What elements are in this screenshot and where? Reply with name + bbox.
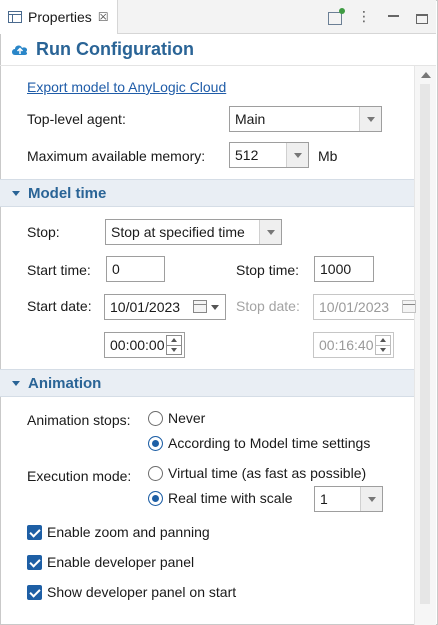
radio-virtual-time[interactable]: [148, 466, 163, 481]
radio-model-time[interactable]: [148, 436, 163, 451]
minimize-icon[interactable]: [386, 8, 402, 24]
close-tab-icon[interactable]: ☒: [98, 10, 109, 24]
calendar-icon[interactable]: [193, 300, 207, 313]
start-date-value: 10/01/2023: [110, 299, 181, 315]
stop-date-picker: 10/01/2023: [313, 294, 416, 320]
top-level-agent-label: Top-level agent:: [27, 111, 126, 127]
start-clock-spinner[interactable]: 00:00:00: [104, 332, 185, 358]
stop-mode-select[interactable]: Stop at specified time: [105, 219, 282, 245]
max-memory-value: 512: [235, 147, 259, 163]
tab-properties-label: Properties: [28, 9, 92, 25]
view-toolbar: ⋮: [328, 7, 428, 25]
animation-stops-label: Animation stops:: [27, 412, 131, 428]
real-time-scale-dropdown-area[interactable]: [360, 487, 382, 511]
radio-never[interactable]: [148, 411, 163, 426]
vertical-scrollbar[interactable]: [414, 66, 436, 625]
start-clock-spin-buttons[interactable]: [166, 335, 182, 355]
max-memory-spinner[interactable]: 512: [229, 142, 309, 168]
real-time-scale-select[interactable]: 1: [314, 486, 383, 512]
start-time-label: Start time:: [27, 262, 91, 278]
stop-label: Stop:: [27, 224, 60, 240]
section-animation[interactable]: Animation: [0, 369, 414, 397]
section-model-time-title: Model time: [28, 184, 107, 202]
checkbox-zoom-panning-label[interactable]: Enable zoom and panning: [47, 524, 210, 540]
max-memory-unit: Mb: [318, 148, 338, 164]
stop-time-label: Stop time:: [236, 262, 300, 278]
new-properties-icon[interactable]: [328, 7, 345, 25]
checkbox-developer-panel-label[interactable]: Enable developer panel: [47, 554, 194, 570]
start-time-input[interactable]: 0: [106, 256, 165, 282]
stop-mode-dropdown-area[interactable]: [259, 220, 281, 244]
scroll-up-icon[interactable]: [421, 72, 431, 78]
checkbox-show-dev-panel[interactable]: [27, 585, 42, 600]
export-cloud-link[interactable]: Export model to AnyLogic Cloud: [27, 79, 226, 95]
start-date-label: Start date:: [27, 298, 92, 314]
scroll-thumb[interactable]: [420, 84, 430, 604]
top-level-agent-value: Main: [235, 111, 266, 127]
stop-date-value: 10/01/2023: [319, 299, 390, 315]
stop-clock-spinner: 00:16:40: [313, 332, 394, 358]
calendar-icon: [402, 300, 416, 313]
properties-icon: [8, 11, 22, 23]
tab-properties[interactable]: Properties ☒: [0, 0, 118, 34]
start-clock-value: 00:00:00: [110, 337, 165, 353]
start-date-picker[interactable]: 10/01/2023: [104, 294, 226, 320]
view-menu-icon[interactable]: ⋮: [356, 8, 372, 24]
properties-content: Export model to AnyLogic Cloud Top-level…: [0, 66, 416, 625]
checkbox-show-dev-panel-label[interactable]: Show developer panel on start: [47, 584, 236, 600]
section-animation-title: Animation: [28, 374, 102, 392]
checkbox-zoom-panning[interactable]: [27, 525, 42, 540]
radio-virtual-time-label[interactable]: Virtual time (as fast as possible): [168, 465, 366, 481]
view-tabstrip: Properties ☒ ⋮: [0, 0, 436, 34]
radio-model-time-label[interactable]: According to Model time settings: [168, 435, 370, 451]
maximize-icon[interactable]: [416, 14, 428, 24]
cloud-upload-icon: [12, 44, 28, 55]
radio-real-time[interactable]: [148, 491, 163, 506]
stop-time-input[interactable]: 1000: [314, 256, 374, 282]
run-configuration-header: Run Configuration: [0, 34, 436, 66]
stop-clock-value: 00:16:40: [319, 337, 374, 353]
execution-mode-label: Execution mode:: [27, 468, 132, 484]
chevron-down-icon[interactable]: [211, 305, 219, 310]
radio-never-label[interactable]: Never: [168, 410, 205, 426]
collapse-model-time-icon: [12, 190, 20, 196]
stop-clock-spin-buttons: [375, 335, 391, 355]
section-model-time[interactable]: Model time: [0, 179, 414, 207]
real-time-scale-value: 1: [320, 491, 328, 507]
stop-time-value: 1000: [320, 261, 352, 277]
max-memory-label: Maximum available memory:: [27, 148, 206, 164]
stop-date-label: Stop date:: [236, 298, 300, 314]
collapse-animation-icon: [12, 380, 20, 386]
page-title: Run Configuration: [36, 39, 194, 59]
max-memory-spin-area[interactable]: [286, 143, 308, 167]
stop-mode-value: Stop at specified time: [111, 224, 245, 240]
radio-real-time-label[interactable]: Real time with scale: [168, 490, 293, 506]
checkbox-developer-panel[interactable]: [27, 555, 42, 570]
start-time-value: 0: [112, 261, 120, 277]
top-level-agent-dropdown-area[interactable]: [359, 107, 381, 131]
top-level-agent-select[interactable]: Main: [229, 106, 382, 132]
